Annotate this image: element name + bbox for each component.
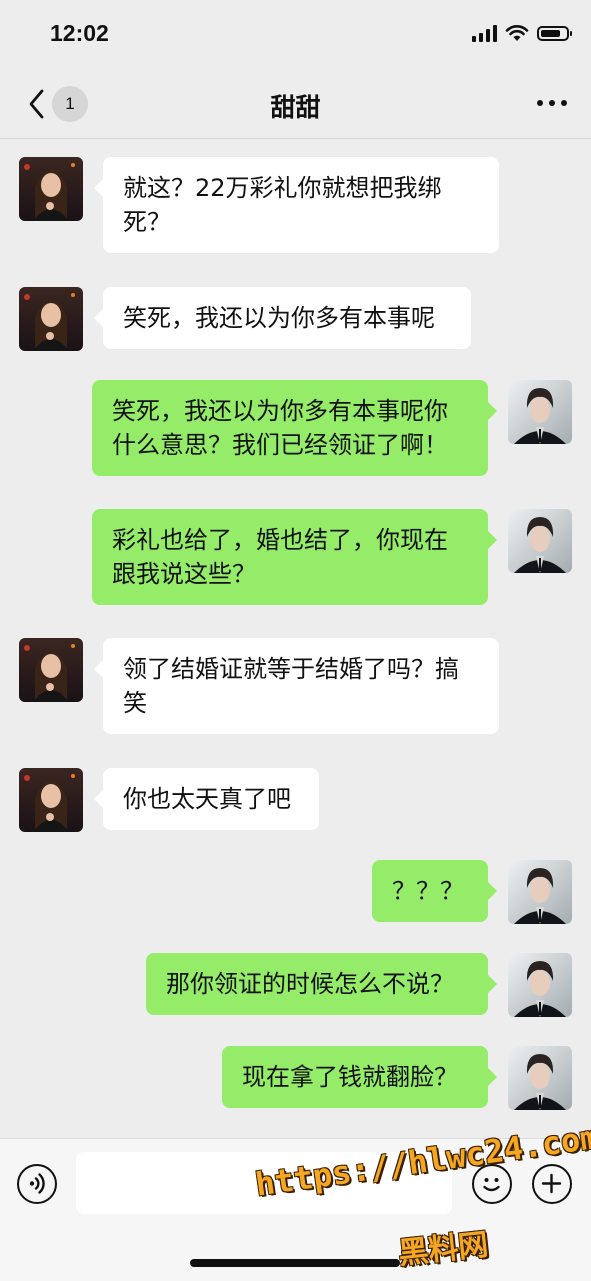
watermark-label: 黑料网 (396, 1227, 490, 1272)
message-bubble[interactable]: ？？？ (372, 860, 497, 922)
my-avatar[interactable] (508, 860, 572, 924)
message-bubble[interactable]: 笑死，我还以为你多有本事呢 (94, 287, 471, 349)
status-time: 12:02 (50, 20, 109, 46)
status-icons (472, 24, 572, 42)
cellular-signal-icon (472, 24, 497, 42)
my-avatar[interactable] (508, 380, 572, 444)
message-bubble[interactable]: 就这？22万彩礼你就想把我绑 死？ (94, 157, 499, 253)
message-bubble[interactable]: 笑死，我还以为你多有本事呢你 什么意思？我们已经领证了啊！ (92, 380, 497, 476)
contact-avatar[interactable] (19, 768, 83, 832)
message-line: 笑 (123, 689, 147, 717)
message-line: 跟我说这些？ (112, 560, 256, 588)
message-line: 死？ (123, 208, 171, 236)
wifi-icon (505, 25, 529, 41)
chat-header: 1 甜甜 (0, 70, 591, 139)
message-line: 那你领证的时候怎么不说？ (166, 970, 454, 998)
home-indicator (190, 1259, 400, 1267)
message-bubble[interactable]: 那你领证的时候怎么不说？ (146, 953, 497, 1015)
message-line: 笑死，我还以为你多有本事呢 (123, 304, 435, 332)
message-line: 笑死，我还以为你多有本事呢你 (112, 397, 448, 425)
message-line: ？？？ (392, 877, 464, 905)
message-line: 就这？22万彩礼你就想把我绑 (123, 174, 442, 202)
message-line: 现在拿了钱就翻脸？ (242, 1063, 458, 1091)
battery-icon (537, 25, 572, 41)
my-avatar[interactable] (508, 509, 572, 573)
chat-title: 甜甜 (270, 93, 321, 122)
contact-avatar[interactable] (19, 287, 83, 351)
message-bubble[interactable]: 现在拿了钱就翻脸？ (222, 1046, 497, 1108)
my-avatar[interactable] (508, 953, 572, 1017)
more-functions-button[interactable] (532, 1164, 572, 1204)
voice-wave-icon (29, 1173, 45, 1194)
plus-icon (541, 1173, 562, 1194)
my-avatar[interactable] (508, 1046, 572, 1110)
contact-avatar[interactable] (19, 638, 83, 702)
more-options-icon[interactable] (537, 100, 567, 106)
message-bubble[interactable]: 领了结婚证就等于结婚了吗？搞 笑 (94, 638, 499, 734)
voice-input-button[interactable] (17, 1164, 57, 1204)
message-line: 你也太天真了吧 (123, 785, 291, 813)
battery-level (541, 29, 561, 37)
message-line: 什么意思？我们已经领证了啊！ (112, 431, 448, 459)
message-line: 彩礼也给了，婚也结了，你现在 (112, 526, 448, 554)
message-bubble[interactable]: 你也太天真了吧 (94, 768, 319, 830)
message-line: 领了结婚证就等于结婚了吗？搞 (123, 655, 459, 683)
status-bar: 12:02 (0, 0, 591, 70)
contact-avatar[interactable] (19, 157, 83, 221)
message-bubble[interactable]: 彩礼也给了，婚也结了，你现在 跟我说这些？ (92, 509, 497, 605)
